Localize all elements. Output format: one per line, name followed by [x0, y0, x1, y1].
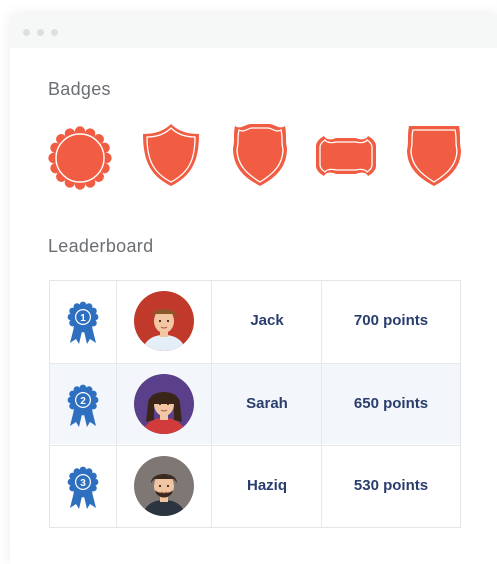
badge-shield[interactable]: [141, 122, 201, 188]
window-dot: [51, 29, 58, 36]
player-name: Haziq: [246, 477, 287, 494]
badges-title: Badges: [48, 79, 111, 99]
player-points: 650 points: [353, 395, 429, 412]
leaderboard-row[interactable]: 2 Sarah 650 points: [50, 363, 460, 444]
app-window: Badges Leaderboard 1 Jack 700 points 2 S…: [10, 14, 497, 564]
user-avatar: [134, 291, 194, 351]
window-dot: [23, 29, 30, 36]
leaderboard-table: 1 Jack 700 points 2 Sarah 650 points 3 H…: [49, 280, 461, 528]
badge-plaque[interactable]: [314, 134, 378, 178]
column-divider: [116, 281, 117, 527]
user-avatar: [134, 456, 194, 516]
badge-scalloped-circle[interactable]: [48, 126, 112, 190]
rank-number: 1: [80, 313, 86, 324]
player-name: Sarah: [246, 395, 288, 412]
badge-crest[interactable]: [231, 122, 289, 188]
window-titlebar: [10, 14, 497, 48]
column-divider: [211, 281, 212, 527]
rank-number: 3: [80, 478, 86, 489]
badge-heater-shield[interactable]: [405, 122, 463, 188]
window-dot: [37, 29, 44, 36]
rank-ribbon-icon: 2: [67, 384, 99, 427]
player-points: 530 points: [353, 477, 429, 494]
column-divider: [321, 281, 322, 527]
rank-ribbon-icon: 1: [67, 301, 99, 344]
player-points: 700 points: [353, 312, 429, 329]
leaderboard-row[interactable]: 3 Haziq 530 points: [50, 445, 460, 526]
rank-ribbon-icon: 3: [67, 466, 99, 509]
leaderboard-row[interactable]: 1 Jack 700 points: [50, 281, 460, 361]
leaderboard-title: Leaderboard: [48, 236, 154, 256]
user-avatar: [134, 374, 194, 434]
rank-number: 2: [80, 396, 86, 407]
player-name: Jack: [250, 312, 284, 329]
